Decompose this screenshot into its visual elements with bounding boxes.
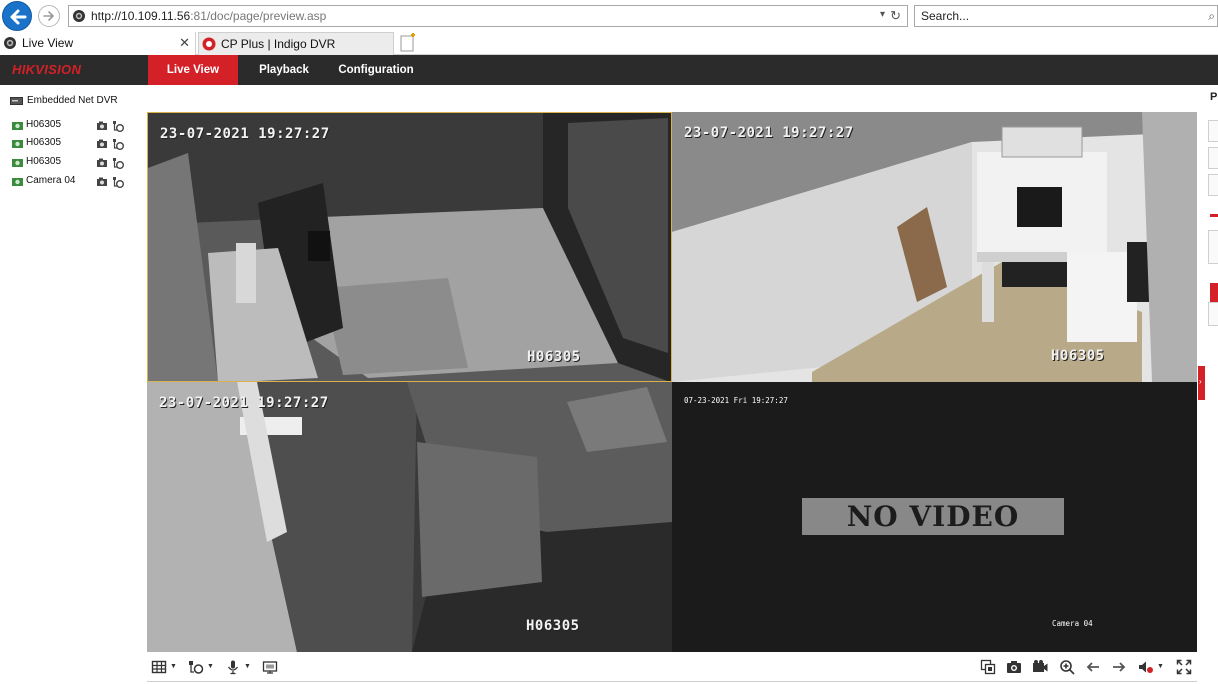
dvr-device-icon <box>10 97 23 105</box>
camera-feed-image <box>672 112 1197 382</box>
close-tab-icon[interactable]: ✕ <box>179 35 190 51</box>
camera-item[interactable]: Camera 04 <box>12 175 130 189</box>
device-label: Embedded Net DVR <box>27 95 118 106</box>
nav-configuration[interactable]: Configuration <box>334 55 418 85</box>
forward-button[interactable] <box>38 5 60 27</box>
nav-label: Configuration <box>338 64 414 76</box>
ptz-section-bar <box>1210 283 1218 302</box>
camera-item[interactable]: H06305 <box>12 156 130 170</box>
url-field[interactable]: http://10.109.11.56:81/doc/page/preview.… <box>68 5 908 27</box>
record-icon[interactable] <box>96 158 108 168</box>
url-text: http://10.109.11.56:81/doc/page/preview.… <box>91 9 327 23</box>
chevron-down-icon[interactable]: ▼ <box>207 663 214 670</box>
capture-list-icon[interactable] <box>980 659 996 675</box>
ptz-panel-title: P <box>1210 91 1218 103</box>
new-tab-button[interactable] <box>398 33 418 53</box>
camera-online-icon <box>12 122 23 130</box>
ptz-divider <box>1210 214 1218 217</box>
app-header: HIKVISION Live View Playback Configurati… <box>0 55 1218 85</box>
previous-page-icon[interactable] <box>1085 659 1101 675</box>
camera-label: H06305 <box>26 156 62 167</box>
ptz-control[interactable] <box>1208 174 1218 196</box>
camera-feed-image <box>147 382 672 652</box>
record-icon[interactable] <box>96 177 108 187</box>
nav-label: Playback <box>259 64 309 76</box>
no-video-overlay: NO VIDEO <box>802 498 1064 535</box>
camera-label: Camera 04 <box>26 175 76 186</box>
live-view-toolbar: ▼ ▼ ▼ ▼ <box>147 652 1197 682</box>
back-arrow-icon <box>10 9 27 25</box>
record-icon[interactable] <box>96 121 108 131</box>
tile-camera-name: H06305 <box>1051 348 1105 364</box>
tile-camera-name: H06305 <box>526 618 580 634</box>
camera-label: H06305 <box>26 119 62 130</box>
site-favicon-icon <box>4 37 16 49</box>
back-button[interactable] <box>2 1 32 31</box>
nav-live-view[interactable]: Live View <box>148 55 238 85</box>
video-tile-3[interactable]: 23-07-2021 19:27:27 H06305 <box>147 382 672 652</box>
search-placeholder: Search... <box>921 9 970 23</box>
ptz-control[interactable] <box>1208 230 1218 264</box>
tab-live-view[interactable]: Live View ✕ <box>0 32 196 55</box>
chevron-down-icon[interactable]: ▼ <box>170 663 177 670</box>
chevron-down-icon[interactable]: ▼ <box>1157 663 1164 670</box>
camera-online-icon <box>12 178 23 186</box>
tile-camera-name: Camera 04 <box>1052 619 1093 628</box>
video-tile-4[interactable]: 07-23-2021 Fri 19:27:27 NO VIDEO Camera … <box>672 382 1197 652</box>
camera-snapshot-icon[interactable] <box>1006 659 1022 675</box>
search-icon[interactable]: ⌕ <box>1208 9 1215 24</box>
tile-timestamp: 07-23-2021 Fri 19:27:27 <box>684 396 788 405</box>
tile-timestamp: 23-07-2021 19:27:27 <box>159 395 329 411</box>
video-tile-2[interactable]: 23-07-2021 19:27:27 H06305 <box>672 112 1197 382</box>
ptz-icon[interactable] <box>112 157 124 169</box>
refresh-icon[interactable]: ↻ <box>890 8 901 24</box>
nav-label: Live View <box>166 64 220 76</box>
ptz-side-panel: P › <box>1198 85 1218 684</box>
tile-timestamp: 23-07-2021 19:27:27 <box>160 126 330 142</box>
camera-item[interactable]: H06305 <box>12 137 130 151</box>
cp-plus-favicon-icon <box>202 37 216 51</box>
search-field[interactable]: Search... ⌕ <box>914 5 1218 27</box>
chevron-right-icon: › <box>1199 377 1202 386</box>
forward-arrow-icon <box>43 11 55 21</box>
browser-address-bar: http://10.109.11.56:81/doc/page/preview.… <box>0 0 1218 32</box>
ptz-control[interactable] <box>1208 302 1218 326</box>
browser-tab-bar: Live View ✕ CP Plus | Indigo DVR <box>0 32 1218 55</box>
ptz-icon[interactable] <box>112 120 124 132</box>
panel-collapse-handle[interactable]: › <box>1198 366 1205 400</box>
tile-camera-name: H06305 <box>527 349 581 365</box>
device-tree: Embedded Net DVR H06305 H06305 H06305 Ca… <box>0 85 140 684</box>
next-page-icon[interactable] <box>1111 659 1127 675</box>
url-dropdown-icon[interactable]: ▾ <box>880 9 885 20</box>
tab-label: CP Plus | Indigo DVR <box>221 37 336 51</box>
video-grid: 23-07-2021 19:27:27 H06305 23-07-2021 19… <box>147 112 1197 652</box>
window-layout-icon[interactable] <box>151 659 167 675</box>
hikvision-logo: HIKVISION <box>12 62 82 77</box>
ptz-icon[interactable] <box>112 176 124 188</box>
stream-select-icon[interactable] <box>188 659 204 675</box>
zoom-in-icon[interactable] <box>1059 659 1075 675</box>
tab-cp-plus[interactable]: CP Plus | Indigo DVR <box>198 32 394 55</box>
ptz-control[interactable] <box>1208 120 1218 142</box>
tab-label: Live View <box>22 36 74 50</box>
camera-item[interactable]: H06305 <box>12 119 130 133</box>
fullscreen-icon[interactable] <box>1176 659 1192 675</box>
camera-online-icon <box>12 159 23 167</box>
preview-all-icon[interactable] <box>262 659 278 675</box>
chevron-down-icon[interactable]: ▼ <box>244 663 251 670</box>
nav-playback[interactable]: Playback <box>248 55 320 85</box>
site-favicon-icon <box>73 10 85 22</box>
microphone-icon[interactable] <box>225 659 241 675</box>
new-tab-icon <box>400 33 415 52</box>
camera-label: H06305 <box>26 137 62 148</box>
record-icon[interactable] <box>96 139 108 149</box>
record-icon[interactable] <box>1032 659 1048 675</box>
ptz-control[interactable] <box>1208 147 1218 169</box>
video-tile-1[interactable]: 23-07-2021 19:27:27 H06305 <box>147 112 672 382</box>
camera-feed-image <box>148 113 671 381</box>
camera-online-icon <box>12 140 23 148</box>
volume-icon[interactable] <box>1138 659 1154 675</box>
tile-timestamp: 23-07-2021 19:27:27 <box>684 125 854 141</box>
ptz-icon[interactable] <box>112 138 124 150</box>
